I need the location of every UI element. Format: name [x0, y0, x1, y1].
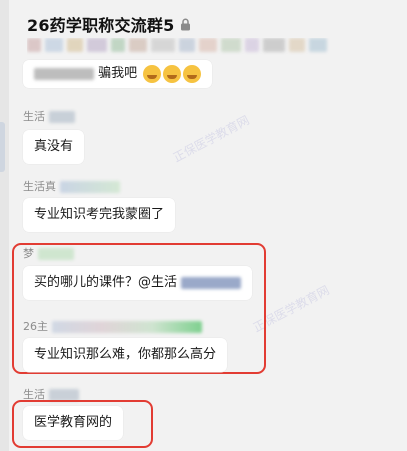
- sender-name: 生活真: [23, 178, 120, 194]
- group-title[interactable]: 26药学职称交流群5: [27, 12, 174, 36]
- sender-name: 26主: [23, 318, 202, 334]
- sender-name: 梦: [23, 245, 74, 261]
- watermark: 正保医学教育网: [170, 113, 252, 165]
- message-text: 真没有: [34, 139, 74, 154]
- message-bubble[interactable]: 真没有: [23, 130, 85, 164]
- message-bubble[interactable]: 医学教育网的: [23, 406, 124, 440]
- message-bubble[interactable]: 专业知识那么难，你都那么高分: [23, 338, 228, 372]
- laughing-emoji-icon: [183, 64, 202, 83]
- message-bubble[interactable]: 骗我吧: [23, 60, 213, 88]
- message-bubble[interactable]: 买的哪儿的课件？@生活: [23, 266, 253, 300]
- message-text: 专业知识那么难，你都那么高分: [34, 347, 217, 362]
- title-row: 26药学职称交流群5: [27, 12, 192, 36]
- chat-header: 26药学职称交流群5: [9, 0, 407, 60]
- message-text: 骗我吧: [98, 66, 138, 81]
- laughing-emoji-icon: [163, 64, 182, 83]
- rail-indicator: [0, 122, 5, 172]
- message-list: 正保医学教育网 正保医学教育网 骗我吧 生活 真没有 生活真 专业知识考完我蒙圈…: [9, 60, 407, 451]
- message-text: 医学教育网的: [34, 415, 113, 430]
- sender-name: 生活: [23, 108, 75, 124]
- message-bubble[interactable]: 专业知识考完我蒙圈了: [23, 198, 176, 232]
- member-avatars: [27, 38, 405, 56]
- left-rail: [0, 0, 9, 451]
- message-text: 专业知识考完我蒙圈了: [34, 207, 165, 222]
- lock-icon: [180, 18, 192, 31]
- laughing-emoji-icon: [143, 64, 162, 83]
- message-text: 买的哪儿的课件？@生活: [34, 275, 178, 290]
